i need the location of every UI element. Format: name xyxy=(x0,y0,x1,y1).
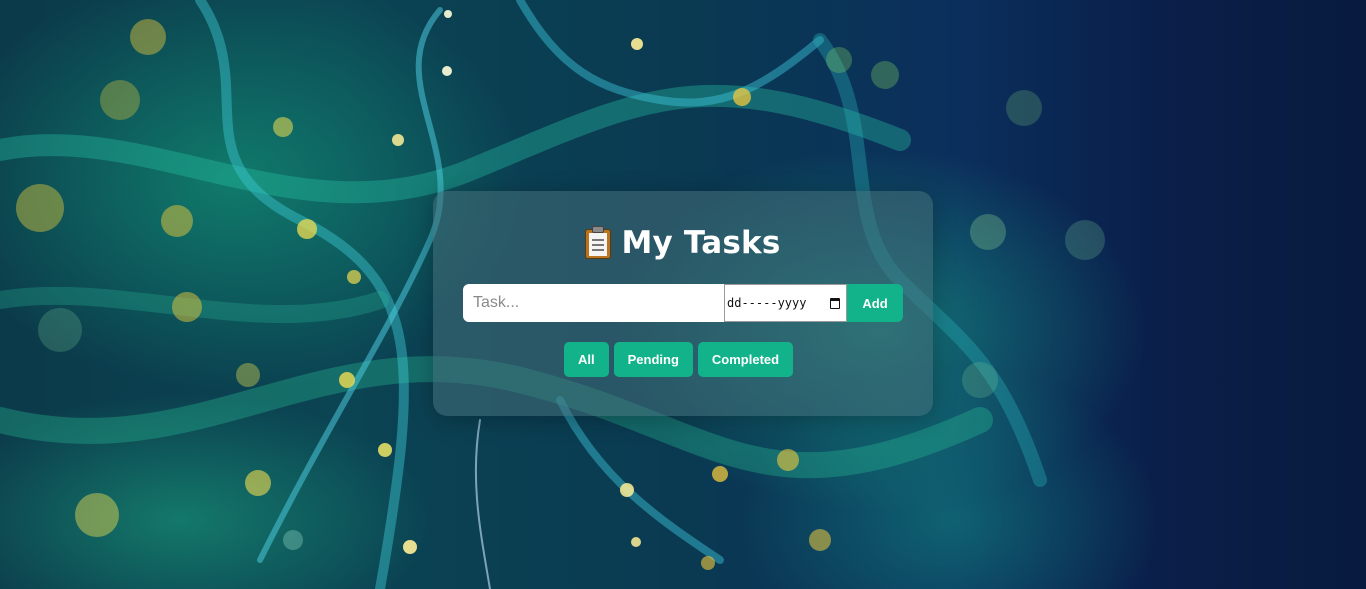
clipboard-icon xyxy=(585,225,612,261)
calendar-icon[interactable] xyxy=(830,297,840,309)
date-placeholder: dd-----yyyy xyxy=(727,296,807,310)
task-card: My Tasks dd-----yyyy Add All Pending Com… xyxy=(433,191,933,416)
add-button[interactable]: Add xyxy=(847,284,903,322)
filter-completed-button[interactable]: Completed xyxy=(697,342,794,377)
date-input[interactable]: dd-----yyyy xyxy=(724,284,847,322)
page-title: My Tasks xyxy=(433,225,933,261)
filter-all-button[interactable]: All xyxy=(564,342,609,377)
filter-pending-button[interactable]: Pending xyxy=(613,342,693,377)
filter-bar: All Pending Completed xyxy=(564,342,794,377)
task-input[interactable] xyxy=(463,284,724,322)
app-title: My Tasks xyxy=(621,225,781,261)
